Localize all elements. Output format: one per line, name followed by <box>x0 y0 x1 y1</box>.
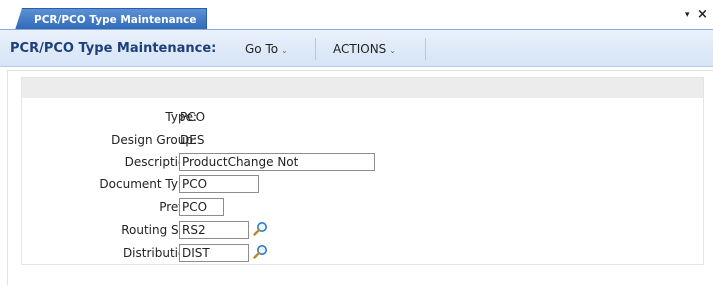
magnifier-icon[interactable] <box>252 221 268 237</box>
type-value: PCO <box>180 110 206 124</box>
design-group-label: Design Group: <box>111 133 197 147</box>
document-type-field[interactable]: PCO <box>179 175 259 193</box>
description-label: Description: <box>124 155 197 169</box>
routing-slip-label: Routing Slip: <box>121 223 197 237</box>
prefix-row: Prefix: PCO <box>22 197 703 217</box>
menu-separator <box>425 38 426 60</box>
distribution-row: Distribution: DIST <box>22 243 703 263</box>
document-type-row: Document Type: PCO <box>22 174 703 194</box>
prefix-label: Prefix: <box>37 197 197 217</box>
page-header: PCR/PCO Type Maintenance: Go To ⌄ ACTIONS… <box>0 30 713 67</box>
chevron-down-icon: ⌄ <box>389 46 396 55</box>
prefix-field[interactable]: PCO <box>179 198 224 216</box>
page-title: PCR/PCO Type Maintenance: <box>10 41 217 56</box>
goto-menu[interactable]: Go To ⌄ <box>245 42 288 56</box>
chevron-down-icon: ⌄ <box>281 46 288 55</box>
tab-strip: PCR/PCO Type Maintenance ▾ × <box>0 0 713 30</box>
design-group-value: DES <box>180 133 205 147</box>
type-row: Type: PCO <box>22 107 703 127</box>
actions-menu[interactable]: ACTIONS ⌄ <box>333 42 396 56</box>
document-type-label: Document Type: <box>99 177 197 191</box>
routing-slip-field[interactable]: RS2 <box>179 221 249 239</box>
menu-separator <box>315 38 316 60</box>
routing-slip-row: Routing Slip: RS2 <box>22 220 703 240</box>
distribution-field[interactable]: DIST <box>179 244 249 262</box>
actions-menu-label: ACTIONS <box>333 42 387 56</box>
tab-menu-icon[interactable]: ▾ <box>685 10 690 20</box>
distribution-label: Distribution: <box>122 246 197 260</box>
description-row: Description: ProductChange Not <box>22 152 703 172</box>
description-field[interactable]: ProductChange Not <box>179 153 375 171</box>
type-label: Type: <box>165 110 197 124</box>
close-icon[interactable]: × <box>697 7 708 22</box>
panel-header-bar <box>22 78 703 98</box>
tab-pcr-pco-type-maintenance[interactable]: PCR/PCO Type Maintenance <box>15 8 207 30</box>
magnifier-icon[interactable] <box>252 244 268 260</box>
goto-menu-label: Go To <box>245 42 279 56</box>
form-panel: Type: PCO Design Group: DES Description:… <box>21 77 704 265</box>
design-group-row: Design Group: DES <box>22 130 703 150</box>
